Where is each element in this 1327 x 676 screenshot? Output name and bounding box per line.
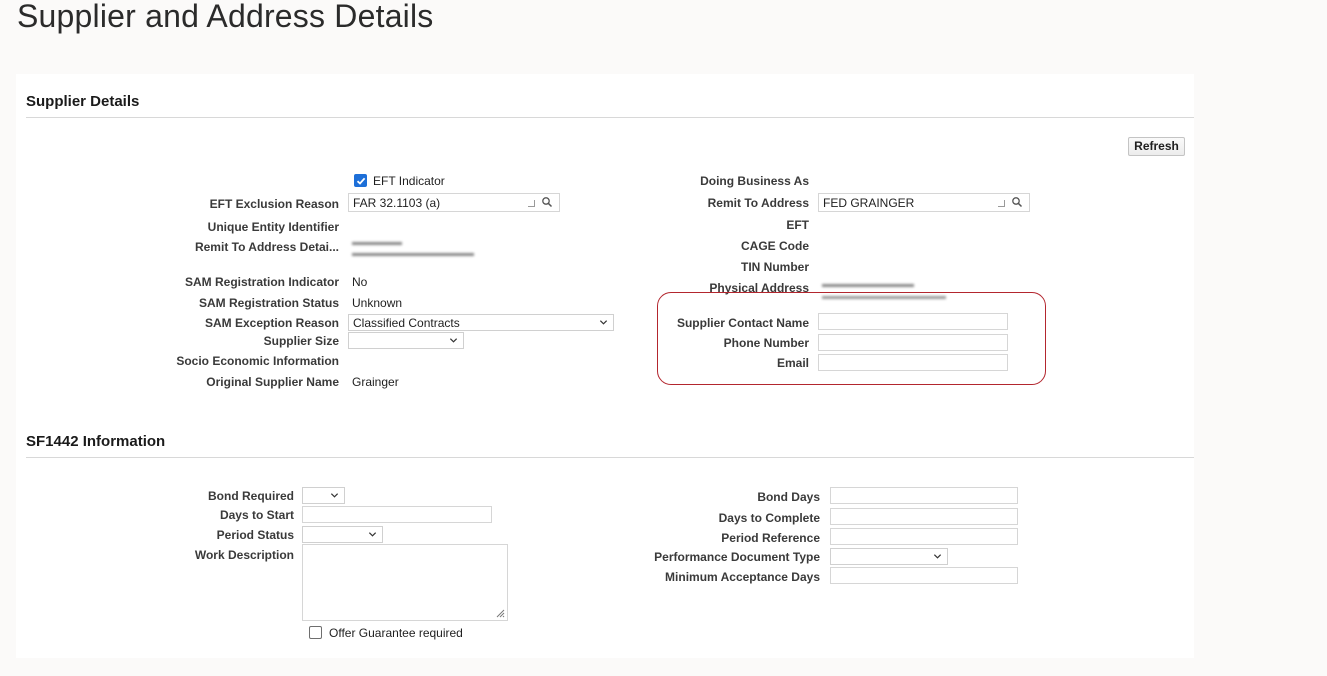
period-reference-label: Period Reference <box>721 531 820 545</box>
supplier-contact-name-input[interactable] <box>818 313 1008 330</box>
eft-label: EFT <box>786 218 809 232</box>
chevron-down-icon <box>449 338 458 343</box>
chevron-down-icon <box>368 532 377 537</box>
tin-number-label: TIN Number <box>740 260 809 274</box>
page-title: Supplier and Address Details <box>17 0 434 34</box>
eft-indicator-checkbox[interactable] <box>354 174 367 187</box>
socio-economic-information-label: Socio Economic Information <box>176 354 339 368</box>
days-to-complete-label: Days to Complete <box>718 511 820 525</box>
bond-required-select[interactable] <box>302 487 345 504</box>
resize-icon <box>998 200 1005 207</box>
performance-document-type-select[interactable] <box>830 548 948 565</box>
eft-exclusion-reason-field[interactable]: FAR 32.1103 (a) <box>348 193 560 212</box>
cage-code-label: CAGE Code <box>740 239 809 253</box>
work-description-label: Work Description <box>194 548 294 562</box>
sf1442-divider <box>26 457 1194 458</box>
offer-guarantee-checkbox[interactable] <box>309 626 322 639</box>
refresh-button[interactable]: Refresh <box>1128 137 1185 156</box>
phone-number-input[interactable] <box>818 334 1008 351</box>
sam-registration-status-value: Unknown <box>352 296 403 310</box>
supplier-contact-name-label: Supplier Contact Name <box>676 316 809 330</box>
bond-days-label: Bond Days <box>757 490 820 504</box>
remit-to-address-label: Remit To Address <box>707 196 809 210</box>
resize-grip-icon[interactable] <box>495 608 505 618</box>
original-supplier-name-label: Original Supplier Name <box>206 375 339 389</box>
period-reference-input[interactable] <box>830 528 1018 545</box>
work-description-textarea[interactable] <box>302 544 508 621</box>
remit-to-address-detail-label: Remit To Address Detai... <box>194 240 339 254</box>
supplier-size-select[interactable] <box>348 332 464 349</box>
details-panel: Supplier Details Refresh EFT Indicator E… <box>16 74 1194 658</box>
chevron-down-icon <box>933 554 942 559</box>
period-status-label: Period Status <box>216 528 294 542</box>
period-status-select[interactable] <box>302 526 383 543</box>
unique-entity-identifier-label: Unique Entity Identifier <box>207 220 339 234</box>
sam-registration-status-label: SAM Registration Status <box>198 296 339 310</box>
eft-exclusion-reason-label: EFT Exclusion Reason <box>209 197 339 211</box>
eft-indicator-label: EFT Indicator <box>373 174 445 188</box>
email-label: Email <box>776 356 809 370</box>
sam-exception-reason-label: SAM Exception Reason <box>204 316 339 330</box>
email-input[interactable] <box>818 354 1008 371</box>
checkmark-icon <box>356 177 366 185</box>
phone-number-label: Phone Number <box>723 336 809 350</box>
performance-document-type-label: Performance Document Type <box>654 550 820 564</box>
supplier-size-label: Supplier Size <box>263 334 339 348</box>
sam-exception-reason-value: Classified Contracts <box>353 316 460 330</box>
search-icon[interactable] <box>1011 196 1023 208</box>
eft-exclusion-reason-value: FAR 32.1103 (a) <box>353 196 441 210</box>
days-to-start-input[interactable] <box>302 506 492 523</box>
offer-guarantee-label: Offer Guarantee required <box>329 626 463 640</box>
original-supplier-name-value: Grainger <box>352 375 399 389</box>
sam-registration-indicator-label: SAM Registration Indicator <box>184 275 339 289</box>
days-to-complete-input[interactable] <box>830 508 1018 525</box>
bond-days-input[interactable] <box>830 487 1018 504</box>
doing-business-as-label: Doing Business As <box>700 174 809 188</box>
minimum-acceptance-days-input[interactable] <box>830 567 1018 584</box>
days-to-start-label: Days to Start <box>219 508 294 522</box>
bond-required-label: Bond Required <box>208 489 294 503</box>
search-icon[interactable] <box>541 196 553 208</box>
supplier-details-title: Supplier Details <box>26 93 140 110</box>
sam-exception-reason-select[interactable]: Classified Contracts <box>348 314 614 331</box>
supplier-details-divider <box>26 117 1194 118</box>
resize-icon <box>528 200 535 207</box>
chevron-down-icon <box>330 493 339 498</box>
chevron-down-icon <box>599 320 608 325</box>
remit-to-address-value: FED GRAINGER <box>823 196 915 210</box>
remit-to-address-detail-redacted <box>352 239 482 265</box>
sam-registration-indicator-value: No <box>352 275 368 289</box>
minimum-acceptance-days-label: Minimum Acceptance Days <box>665 570 820 584</box>
sf1442-information-title: SF1442 Information <box>26 433 166 450</box>
remit-to-address-field[interactable]: FED GRAINGER <box>818 193 1030 212</box>
